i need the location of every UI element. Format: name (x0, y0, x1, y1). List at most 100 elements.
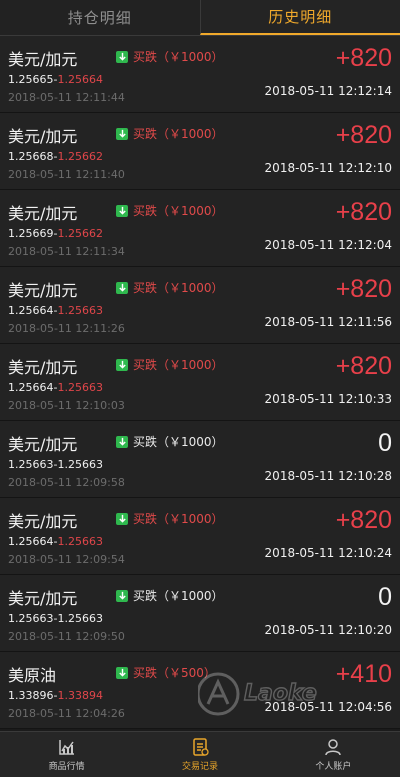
open-price: 1.33896 (8, 689, 54, 702)
close-time: 2018-05-11 12:04:56 (264, 700, 392, 714)
close-price: 1.25663 (57, 612, 103, 625)
open-time: 2018-05-11 12:09:58 (8, 476, 125, 489)
trade-direction: 买跌（￥500） (116, 664, 216, 681)
trade-prices: 1.25669-1.25662 (8, 227, 103, 240)
open-time: 2018-05-11 12:11:44 (8, 91, 125, 104)
profit-loss: +410 (335, 660, 392, 688)
nav-account[interactable]: 个人账户 (267, 732, 400, 777)
trade-row[interactable]: 美元/加元 买跌（￥1000） 1.25664-1.25663 2018-05-11 … (0, 267, 400, 344)
trade-direction: 买跌（￥1000） (116, 433, 224, 450)
nav-records-label: 交易记录 (181, 762, 218, 772)
tab-history[interactable]: 历史明细 (199, 0, 400, 35)
close-time: 2018-05-11 12:12:04 (264, 238, 392, 252)
close-time: 2018-05-11 12:10:24 (264, 546, 392, 560)
arrow-down-icon (116, 50, 128, 63)
nav-account-label: 个人账户 (315, 762, 352, 772)
trade-symbol: 美元/加元 (8, 358, 78, 377)
trade-prices: 1.25664-1.25663 (8, 381, 103, 394)
trade-symbol: 美元/加元 (8, 589, 78, 608)
trade-prices: 1.25664-1.25663 (8, 304, 103, 317)
profit-loss: +820 (335, 44, 392, 72)
trade-prices: 1.25663-1.25663 (8, 458, 103, 471)
open-time: 2018-05-11 12:04:26 (8, 707, 125, 720)
trade-direction: 买跌（￥1000） (116, 587, 224, 604)
arrow-down-icon (116, 512, 128, 525)
trade-prices: 1.25663-1.25663 (8, 612, 103, 625)
trade-row[interactable]: 美元/加元 买跌（￥1000） 1.25668-1.25662 2018-05-11 … (0, 113, 400, 190)
profit-loss: +820 (335, 121, 392, 149)
trade-direction-label: 买跌（￥1000） (133, 127, 224, 141)
close-time: 2018-05-11 12:10:33 (264, 392, 392, 406)
nav-market[interactable]: 商品行情 (0, 732, 133, 777)
profit-loss: 0 (378, 429, 392, 457)
trade-history-list[interactable]: 美元/加元 买跌（￥1000） 1.25665-1.25664 2018-05-11 … (0, 36, 400, 731)
trade-prices: 1.25664-1.25663 (8, 535, 103, 548)
open-price: 1.25668 (8, 150, 54, 163)
open-time: 2018-05-11 12:11:26 (8, 322, 125, 335)
trade-direction-label: 买跌（￥1000） (133, 204, 224, 218)
open-price: 1.25663 (8, 612, 54, 625)
close-price: 1.25663 (57, 458, 103, 471)
trade-direction: 买跌（￥1000） (116, 125, 224, 142)
tab-positions[interactable]: 持仓明细 (0, 0, 200, 35)
trade-row[interactable]: 美元/加元 买跌（￥1000） 1.25664-1.25663 2018-05-11 … (0, 498, 400, 575)
trade-row[interactable]: 美原油 买跌（￥500） 1.33896-1.33894 2018-05-11 12:… (0, 652, 400, 729)
close-price: 1.33894 (57, 689, 103, 702)
trade-direction-label: 买跌（￥1000） (133, 435, 224, 449)
open-time: 2018-05-11 12:09:50 (8, 630, 125, 643)
close-price: 1.25662 (57, 150, 103, 163)
close-time: 2018-05-11 12:12:14 (264, 84, 392, 98)
trade-row[interactable]: 美元/加元 买跌（￥1000） 1.25664-1.25663 2018-05-11 … (0, 344, 400, 421)
open-time: 2018-05-11 12:09:54 (8, 553, 125, 566)
trade-prices: 1.33896-1.33894 (8, 689, 103, 702)
trade-symbol: 美元/加元 (8, 435, 78, 454)
close-price: 1.25664 (57, 73, 103, 86)
trade-symbol: 美元/加元 (8, 50, 78, 69)
trade-direction-label: 买跌（￥1000） (133, 512, 224, 526)
close-time: 2018-05-11 12:12:10 (264, 161, 392, 175)
open-price: 1.25669 (8, 227, 54, 240)
trade-row[interactable]: 美元/加元 买跌（￥1000） 1.25669-1.25662 2018-05-11 … (0, 190, 400, 267)
tab-bar: 持仓明细 历史明细 (0, 0, 400, 36)
profit-loss: +820 (335, 198, 392, 226)
profit-loss: +820 (335, 275, 392, 303)
user-icon (325, 739, 342, 756)
trade-prices: 1.25665-1.25664 (8, 73, 103, 86)
arrow-down-icon (116, 127, 128, 140)
trade-direction: 买跌（￥1000） (116, 48, 224, 65)
open-time: 2018-05-11 12:11:34 (8, 245, 125, 258)
trade-row[interactable]: 美元/加元 买跌（￥1000） 1.25663-1.25663 2018-05-11 … (0, 575, 400, 652)
trade-symbol: 美元/加元 (8, 204, 78, 223)
arrow-down-icon (116, 589, 128, 602)
close-price: 1.25663 (57, 535, 103, 548)
trade-prices: 1.25668-1.25662 (8, 150, 103, 163)
close-time: 2018-05-11 12:10:20 (264, 623, 392, 637)
close-time: 2018-05-11 12:10:28 (264, 469, 392, 483)
nav-records[interactable]: 交易记录 (133, 732, 266, 777)
trade-symbol: 美元/加元 (8, 512, 78, 531)
open-price: 1.25664 (8, 381, 54, 394)
profit-loss: 0 (378, 583, 392, 611)
open-price: 1.25665 (8, 73, 54, 86)
nav-market-label: 商品行情 (48, 762, 85, 772)
close-price: 1.25663 (57, 304, 103, 317)
arrow-down-icon (116, 666, 128, 679)
trade-direction-label: 买跌（￥1000） (133, 50, 224, 64)
trade-row[interactable]: 美元/加元 买跌（￥1000） 1.25665-1.25664 2018-05-11 … (0, 36, 400, 113)
arrow-down-icon (116, 204, 128, 217)
close-price: 1.25662 (57, 227, 103, 240)
arrow-down-icon (116, 281, 128, 294)
open-time: 2018-05-11 12:10:03 (8, 399, 125, 412)
trade-direction: 买跌（￥1000） (116, 356, 224, 373)
trade-direction: 买跌（￥1000） (116, 510, 224, 527)
chart-icon (58, 740, 74, 755)
open-price: 1.25664 (8, 304, 54, 317)
trade-direction-label: 买跌（￥1000） (133, 281, 224, 295)
trade-symbol: 美原油 (8, 666, 57, 685)
trade-symbol: 美元/加元 (8, 127, 78, 146)
trade-direction: 买跌（￥1000） (116, 202, 224, 219)
trade-row[interactable]: 美元/加元 买跌（￥1000） 1.25663-1.25663 2018-05-11 … (0, 421, 400, 498)
trade-direction-label: 买跌（￥500） (133, 666, 216, 680)
close-price: 1.25663 (57, 381, 103, 394)
open-time: 2018-05-11 12:11:40 (8, 168, 125, 181)
